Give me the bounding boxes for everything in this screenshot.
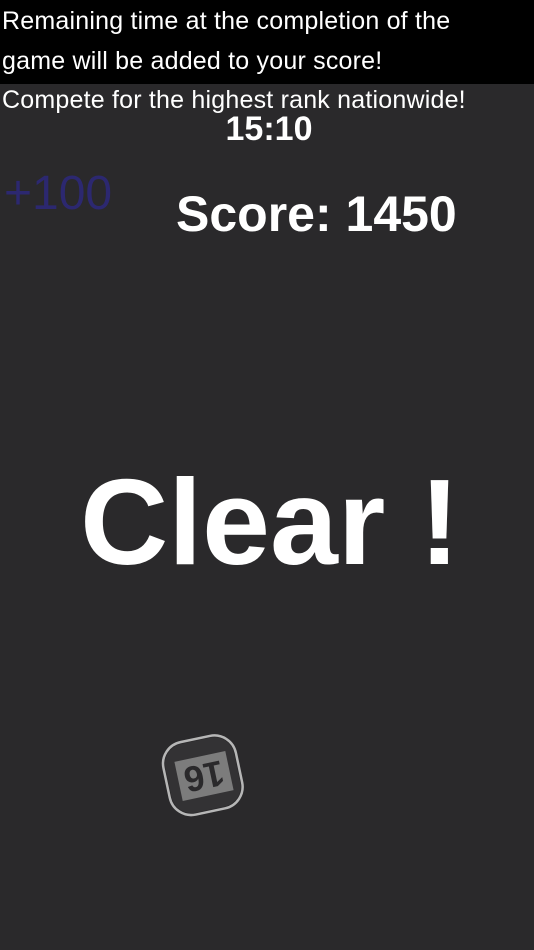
tile-graphic: 16: [161, 734, 244, 817]
number-tile[interactable]: 16: [154, 726, 254, 826]
top-banner: Remaining time at the completion of the …: [0, 0, 534, 84]
banner-text-line-1: Remaining time at the completion of the: [2, 7, 451, 35]
clear-message: Clear !: [80, 454, 460, 590]
bonus-points: +100: [4, 167, 113, 220]
timer: 15:10: [225, 110, 313, 148]
tile-number: 16: [180, 752, 228, 800]
score-display: Score: 1450: [176, 186, 457, 242]
banner-text-line-2: game will be added to your score!: [2, 47, 383, 75]
